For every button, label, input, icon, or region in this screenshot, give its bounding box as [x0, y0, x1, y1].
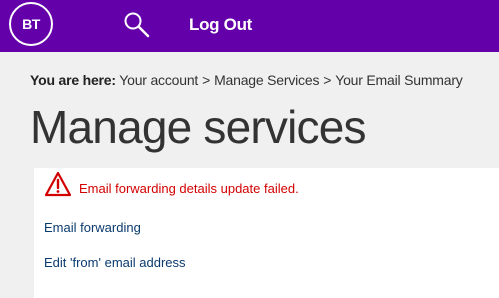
- search-button[interactable]: [122, 10, 152, 40]
- warning-icon: [44, 171, 72, 197]
- breadcrumb-item-your-account[interactable]: Your account: [119, 72, 198, 88]
- error-message: Email forwarding details update failed.: [79, 181, 299, 196]
- email-forwarding-link[interactable]: Email forwarding: [44, 220, 141, 235]
- bt-logo[interactable]: BT: [9, 2, 53, 46]
- top-navigation-bar: BT Log Out: [0, 0, 499, 52]
- breadcrumb-label: You are here:: [30, 72, 116, 88]
- breadcrumb-item-manage-services[interactable]: Manage Services: [214, 72, 319, 88]
- search-icon: [124, 12, 150, 38]
- log-out-link[interactable]: Log Out: [189, 15, 252, 35]
- breadcrumb: You are here: Your account > Manage Servic…: [30, 72, 463, 88]
- page-title: Manage services: [30, 101, 367, 153]
- content-panel: Email forwarding details update failed. …: [34, 168, 499, 298]
- breadcrumb-separator: >: [202, 72, 211, 88]
- edit-from-address-link[interactable]: Edit 'from' email address: [44, 255, 186, 270]
- logo-text: BT: [22, 16, 40, 32]
- breadcrumb-separator: >: [323, 72, 332, 88]
- breadcrumb-item-email-summary: Your Email Summary: [335, 72, 463, 88]
